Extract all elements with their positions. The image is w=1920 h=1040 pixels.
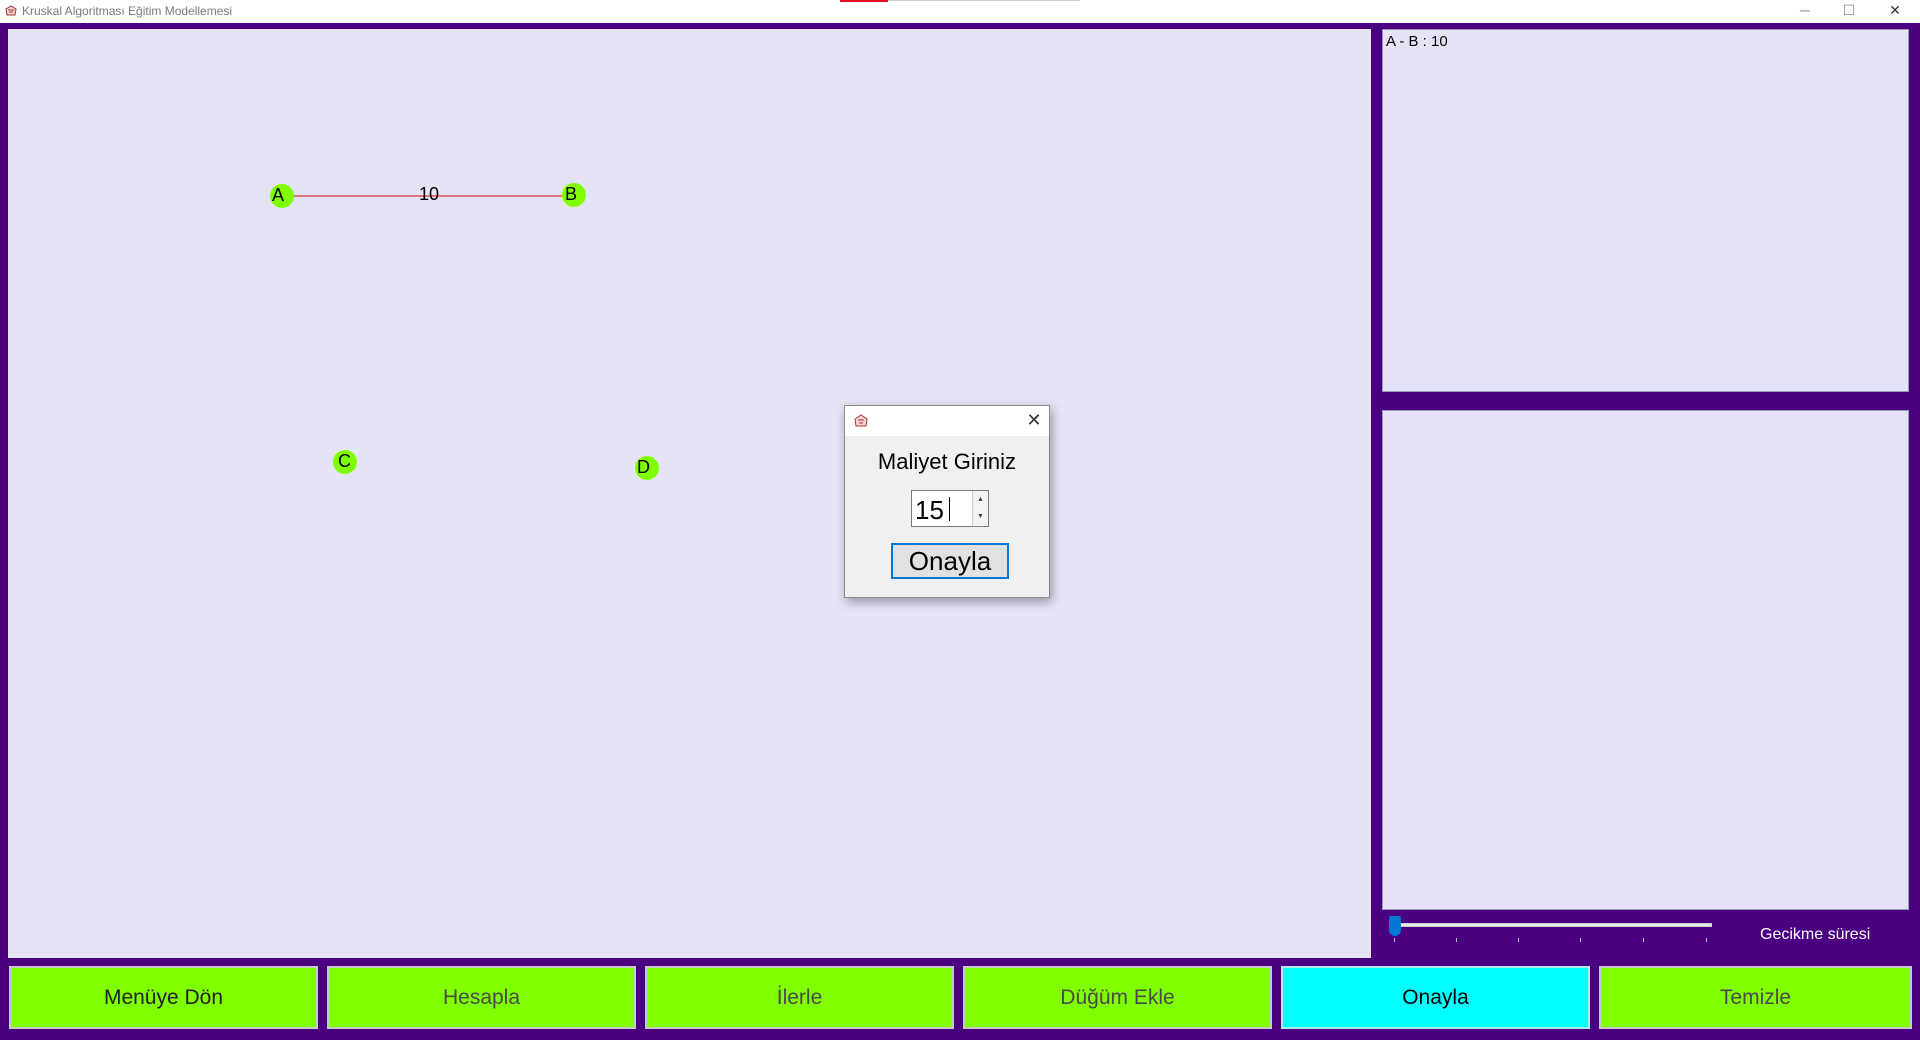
stepper-up-icon[interactable]: ▲ [973,491,988,509]
app-icon [5,5,17,16]
node-label-b: B [565,184,578,204]
node-label-d: D [637,457,650,477]
edge-list-panel: A - B : 10 [1382,29,1909,392]
title-accent [840,0,888,2]
maximize-button[interactable]: ☐ [1826,0,1872,22]
slider-tick [1394,938,1395,942]
add-node-button[interactable]: Düğüm Ekle [963,966,1272,1029]
close-button[interactable]: ✕ [1872,0,1918,22]
dialog-app-icon [854,414,868,427]
calculate-button[interactable]: Hesapla [327,966,636,1029]
dialog-title-bar: ✕ [845,406,1049,436]
next-button[interactable]: İlerle [645,966,954,1029]
dialog-confirm-button[interactable]: Onayla [891,543,1009,579]
cost-stepper[interactable]: 15 ▲ ▼ [911,490,989,527]
window-title: Kruskal Algoritması Eğitim Modellemesi [22,4,233,18]
node-label-c: C [338,451,351,471]
delay-slider-thumb[interactable] [1389,916,1401,936]
result-panel [1382,410,1909,910]
cost-value[interactable]: 15 [915,495,944,526]
minimize-button[interactable]: ─ [1782,0,1828,22]
edge-list-item: A - B : 10 [1386,33,1448,50]
clear-button[interactable]: Temizle [1599,966,1912,1029]
slider-tick [1518,938,1519,942]
slider-tick [1580,938,1581,942]
title-bar: Kruskal Algoritması Eğitim Modellemesi ─… [0,0,1920,23]
dialog-prompt: Maliyet Giriniz [877,449,1017,474]
graph-canvas[interactable]: 10 A B C D [8,29,1371,958]
edge-cost-label: 10 [419,184,440,204]
confirm-button[interactable]: Onayla [1281,966,1590,1029]
stepper-down-icon[interactable]: ▼ [973,508,988,525]
edge-layer [282,195,574,197]
menu-button[interactable]: Menüye Dön [9,966,318,1029]
slider-tick [1643,938,1644,942]
slider-tick [1456,938,1457,942]
stepper-arrows: ▲ ▼ [972,491,988,526]
delay-slider-track[interactable] [1394,923,1712,927]
text-caret [949,497,950,521]
node-label-a: A [272,185,285,205]
delay-label: Gecikme süresi [1760,926,1871,943]
dialog-close-icon[interactable]: ✕ [1023,410,1045,432]
slider-tick [1706,938,1707,942]
cost-dialog: ✕ Maliyet Giriniz 15 ▲ ▼ Onayla [844,405,1050,598]
title-accent-line [888,0,1080,1]
